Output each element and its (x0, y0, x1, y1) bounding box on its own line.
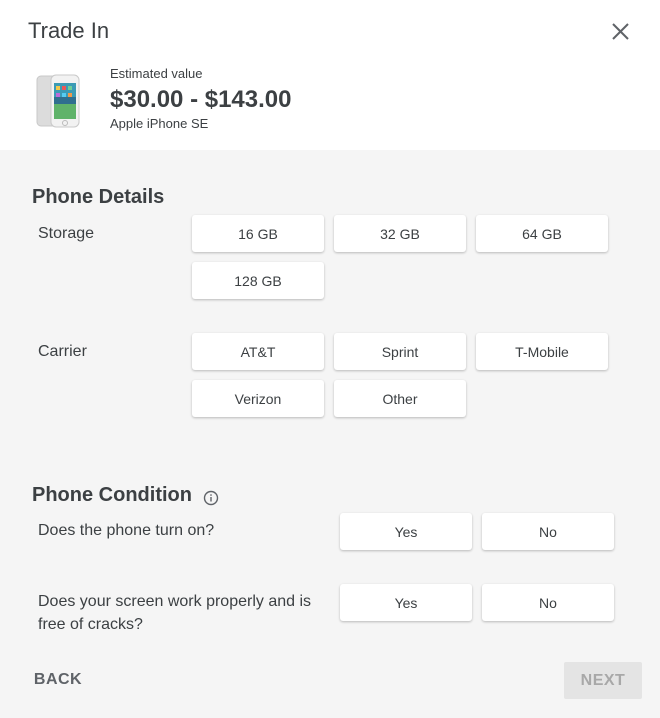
carrier-option-other[interactable]: Other (334, 380, 466, 417)
screen-works-no-button[interactable]: No (482, 584, 614, 621)
storage-option-64gb[interactable]: 64 GB (476, 215, 608, 252)
close-icon (612, 23, 629, 40)
storage-option-16gb[interactable]: 16 GB (192, 215, 324, 252)
estimated-value-label: Estimated value (110, 66, 203, 81)
screen-works-yes-button[interactable]: Yes (340, 584, 472, 621)
dialog-header: Trade In Estimated value $30.00 - $143.0… (0, 0, 660, 150)
dialog-title: Trade In (28, 18, 110, 43)
next-button[interactable]: NEXT (564, 662, 642, 699)
info-icon[interactable] (203, 490, 219, 506)
storage-option-128gb[interactable]: 128 GB (192, 262, 324, 299)
phone-image (36, 74, 82, 130)
carrier-option-verizon[interactable]: Verizon (192, 380, 324, 417)
carrier-option-sprint[interactable]: Sprint (334, 333, 466, 370)
turns-on-yes-button[interactable]: Yes (340, 513, 472, 550)
back-button[interactable]: BACK (20, 660, 96, 700)
close-button[interactable] (604, 16, 636, 48)
turns-on-no-button[interactable]: No (482, 513, 614, 550)
device-name: Apple iPhone SE (110, 116, 209, 131)
phone-condition-title: Phone Condition (32, 484, 192, 506)
storage-label: Storage (38, 225, 95, 242)
question-screen-works: Does your screen work properly and is fr… (38, 593, 312, 633)
carrier-label: Carrier (38, 343, 87, 360)
question-phone-turns-on: Does the phone turn on? (38, 522, 215, 539)
carrier-option-t-mobile[interactable]: T-Mobile (476, 333, 608, 370)
carrier-option-att[interactable]: AT&T (192, 333, 324, 370)
estimated-value: $30.00 - $143.00 (110, 86, 292, 113)
phone-details-title: Phone Details (32, 186, 165, 208)
storage-option-32gb[interactable]: 32 GB (334, 215, 466, 252)
